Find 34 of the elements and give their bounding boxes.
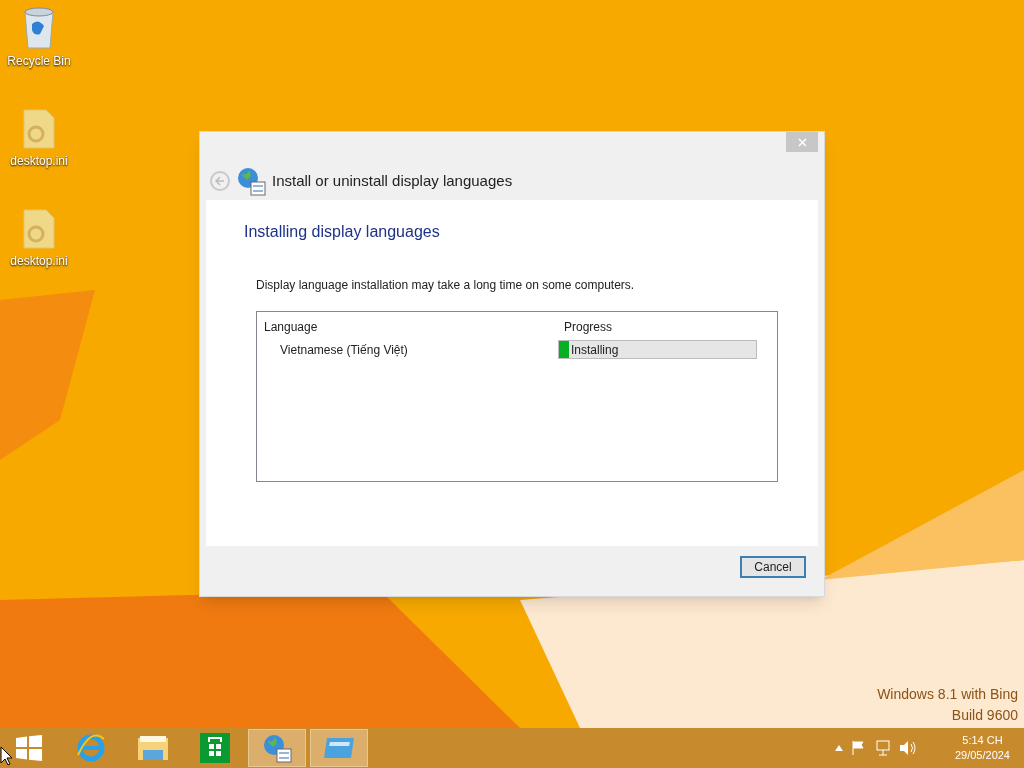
language-name: Vietnamese (Tiếng Việt)	[279, 341, 409, 359]
column-header: Language	[264, 319, 319, 336]
back-button[interactable]	[210, 171, 230, 191]
globe-checklist-icon	[236, 166, 266, 196]
network-icon	[874, 740, 891, 756]
browser-e-icon	[76, 733, 106, 763]
column-header: Progress	[564, 319, 613, 336]
clock-time[interactable]: 5:14 CH	[962, 733, 1003, 748]
progress-status: Installing	[570, 343, 619, 357]
desktop-icon-label[interactable]: desktop.ini	[10, 252, 68, 270]
windows-logo-icon	[16, 735, 42, 761]
clock-date[interactable]: 29/05/2024	[954, 748, 1010, 763]
settings-file-icon	[22, 108, 56, 150]
recycle-bin-icon	[22, 6, 56, 50]
desktop-icon-label[interactable]: desktop.ini	[10, 152, 68, 170]
window-title: Install or uninstall display languages	[272, 170, 513, 191]
desktop-icon-label[interactable]: Recycle Bin	[7, 52, 71, 70]
flag-icon	[850, 740, 867, 756]
globe-checklist-icon	[262, 733, 292, 763]
info-text: Display language installation may take a long time on some computers.	[256, 277, 636, 294]
show-hidden-icons-icon	[834, 745, 843, 751]
window-icon	[323, 736, 355, 760]
mouse-cursor-icon	[0, 746, 12, 766]
close-button[interactable]	[786, 132, 818, 152]
cancel-button[interactable]: Cancel	[740, 556, 806, 578]
folder-icon	[137, 734, 169, 762]
close-icon	[797, 137, 807, 147]
os-build-text: Windows 8.1 with Bing	[877, 685, 1018, 704]
os-build-text: Build 9600	[951, 706, 1018, 725]
store-bag-icon	[200, 733, 230, 763]
settings-file-icon	[22, 208, 56, 250]
page-heading: Installing display languages	[244, 222, 441, 242]
speaker-icon	[898, 740, 917, 756]
back-arrow-icon	[215, 176, 225, 186]
